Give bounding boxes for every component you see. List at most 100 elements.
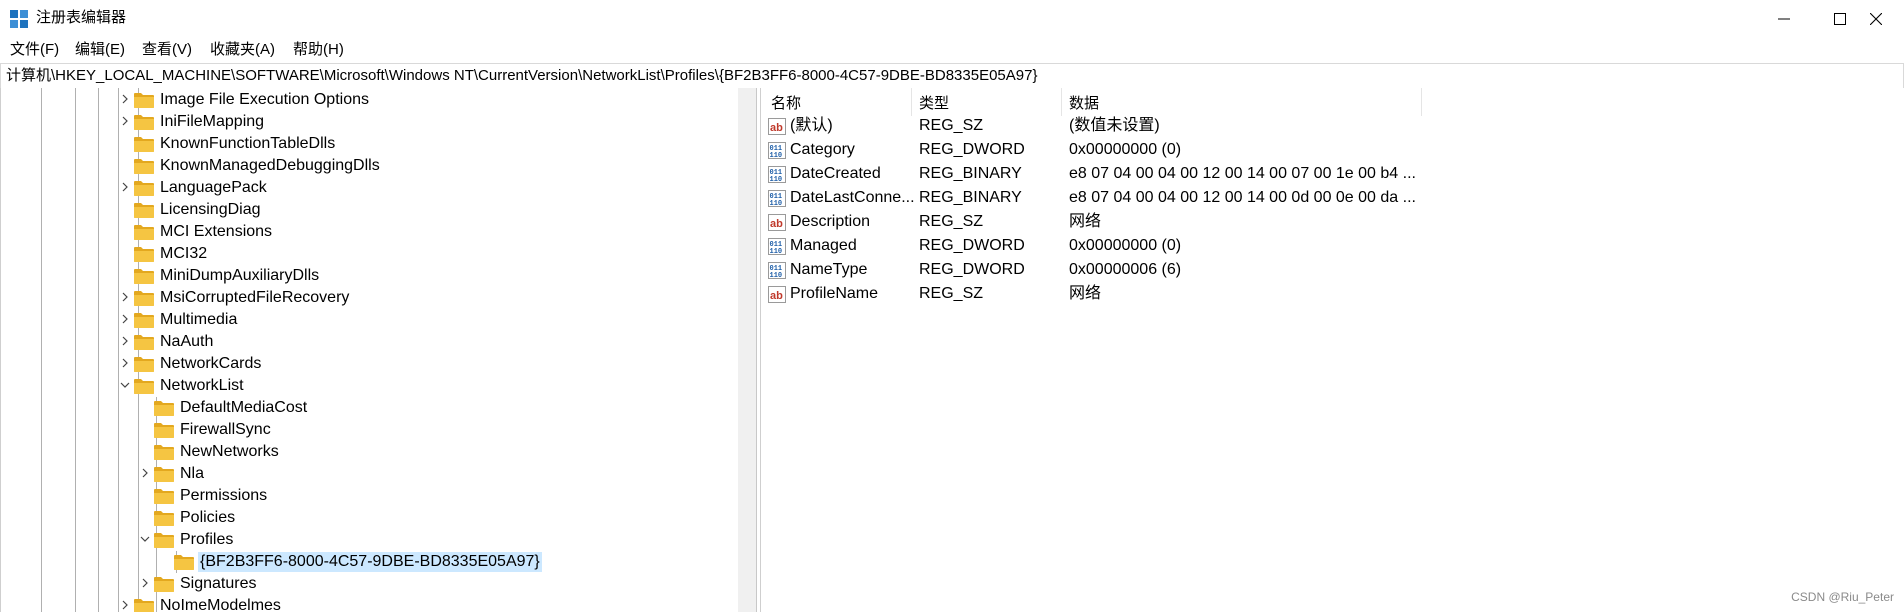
minimize-button[interactable] [1756,0,1812,38]
value-row[interactable]: 011 110 NameType REG_DWORD 0x00000006 (6) [761,258,1904,282]
value-type: REG_DWORD [919,261,1025,278]
menu-edit[interactable]: 编辑(E) [75,40,125,60]
folder-icon [154,467,174,482]
folder-icon [134,115,154,130]
menu-bar: 文件(F) 编辑(E) 查看(V) 收藏夹(A) 帮助(H) [0,38,1904,62]
folder-icon [154,401,174,416]
string-value-icon: ab [768,118,786,135]
folder-icon [134,225,154,240]
value-row[interactable]: ab Description REG_SZ 网络 [761,210,1904,234]
folder-icon [134,335,154,350]
tree-node[interactable]: NaAuth [122,331,688,353]
tree-node[interactable]: Multimedia [122,309,688,331]
folder-icon [154,511,174,526]
column-divider[interactable] [1421,88,1422,116]
binary-value-icon: 011110 [768,238,786,255]
tree-node[interactable]: MiniDumpAuxiliaryDlls [128,265,688,287]
tree-node[interactable]: MsiCorruptedFileRecovery [122,287,688,309]
tree-node[interactable]: MCI32 [128,243,688,265]
value-row[interactable]: ab (默认) REG_SZ (数值未设置) [761,114,1904,138]
tree-node[interactable]: {BF2B3FF6-8000-4C57-9DBE-BD8335E05A97} [168,551,728,573]
tree-node[interactable]: KnownFunctionTableDlls [128,133,688,155]
column-header-name[interactable]: 名称 [771,94,801,114]
folder-icon [174,555,194,570]
folder-icon [134,181,154,196]
column-divider[interactable] [1061,88,1062,116]
chevron-right-icon[interactable] [118,180,132,194]
value-data: 网络 [1069,213,1102,230]
tree-node[interactable]: NetworkList [120,375,688,397]
tree-node-label: KnownFunctionTableDlls [160,135,336,152]
menu-file[interactable]: 文件(F) [10,40,59,60]
value-row[interactable]: ab ProfileName REG_SZ 网络 [761,282,1904,306]
values-pane[interactable]: 名称 类型 数据 ab (默认) REG_SZ (数值未设置) 011 110 Catego… [760,88,1904,612]
title-bar: 注册表编辑器 [0,0,1904,38]
value-type: REG_DWORD [919,237,1025,254]
key-tree-pane[interactable]: Image File Execution Options IniFileMappi… [0,88,739,612]
tree-node[interactable]: Signatures [142,573,708,595]
chevron-right-icon[interactable] [118,114,132,128]
chevron-right-icon[interactable] [118,334,132,348]
tree-node[interactable]: FirewallSync [148,419,708,441]
chevron-right-icon[interactable] [118,312,132,326]
chevron-right-icon[interactable] [118,92,132,106]
address-bar[interactable]: 计算机\HKEY_LOCAL_MACHINE\SOFTWARE\Microsof… [0,63,1904,89]
chevron-right-icon[interactable] [138,466,152,480]
tree-node[interactable]: DefaultMediaCost [148,397,708,419]
tree-node[interactable]: Policies [148,507,708,529]
tree-node[interactable]: NetworkCards [122,353,688,375]
tree-node[interactable]: Nla [142,463,708,485]
value-row[interactable]: 011 110 Managed REG_DWORD 0x00000000 (0) [761,234,1904,258]
tree-node-label: Multimedia [160,311,238,328]
value-type: REG_DWORD [919,141,1025,158]
column-divider[interactable] [911,88,912,116]
tree-node-label: LanguagePack [160,179,267,196]
value-type: REG_SZ [919,213,984,230]
chevron-down-icon[interactable] [138,532,152,546]
tree-node[interactable]: NoImeModelmes [122,595,688,612]
tree-guide-line [98,88,99,612]
tree-node-label: Permissions [180,487,268,504]
menu-favorites[interactable]: 收藏夹(A) [210,40,275,60]
chevron-right-icon[interactable] [118,290,132,304]
value-name: ProfileName [790,285,879,302]
folder-icon [154,533,174,548]
chevron-down-icon[interactable] [118,378,132,392]
close-button[interactable] [1848,0,1904,38]
tree-node-label: MiniDumpAuxiliaryDlls [160,267,320,284]
value-name: (默认) [790,117,833,134]
column-header-type[interactable]: 类型 [919,94,949,114]
svg-text:ab: ab [770,290,783,302]
tree-node-label: NetworkList [160,377,244,394]
value-row[interactable]: 011 110 DateCreated REG_BINARY e8 07 04 00 0… [761,162,1904,186]
chevron-right-icon[interactable] [118,356,132,370]
chevron-right-icon[interactable] [118,598,132,612]
tree-node[interactable]: LanguagePack [122,177,688,199]
tree-scrollbar[interactable] [738,88,756,612]
folder-icon [134,93,154,108]
tree-node[interactable]: MCI Extensions [128,221,688,243]
tree-node[interactable]: Permissions [148,485,708,507]
window-title: 注册表编辑器 [36,9,127,26]
value-name: DateLastConne... [790,189,915,206]
value-data: e8 07 04 00 04 00 12 00 14 00 07 00 1e 0… [1069,165,1416,182]
string-value-icon: ab [768,286,786,303]
svg-text:ab: ab [770,218,783,230]
folder-icon [134,247,154,262]
tree-node[interactable]: NewNetworks [148,441,708,463]
tree-node[interactable]: LicensingDiag [128,199,688,221]
tree-node[interactable]: Image File Execution Options [122,89,688,111]
value-row[interactable]: 011 110 DateLastConne... REG_BINARY e8 07 04… [761,186,1904,210]
svg-text:110: 110 [770,152,783,159]
folder-icon [134,379,154,394]
menu-view[interactable]: 查看(V) [142,40,192,60]
column-header-data[interactable]: 数据 [1069,94,1099,114]
menu-help[interactable]: 帮助(H) [293,40,344,60]
svg-text:110: 110 [770,248,783,255]
tree-node[interactable]: IniFileMapping [122,111,688,133]
value-name: Description [790,213,871,230]
tree-node[interactable]: Profiles [140,529,708,551]
value-row[interactable]: 011 110 Category REG_DWORD 0x00000000 (0) [761,138,1904,162]
tree-node[interactable]: KnownManagedDebuggingDlls [128,155,688,177]
chevron-right-icon[interactable] [138,576,152,590]
